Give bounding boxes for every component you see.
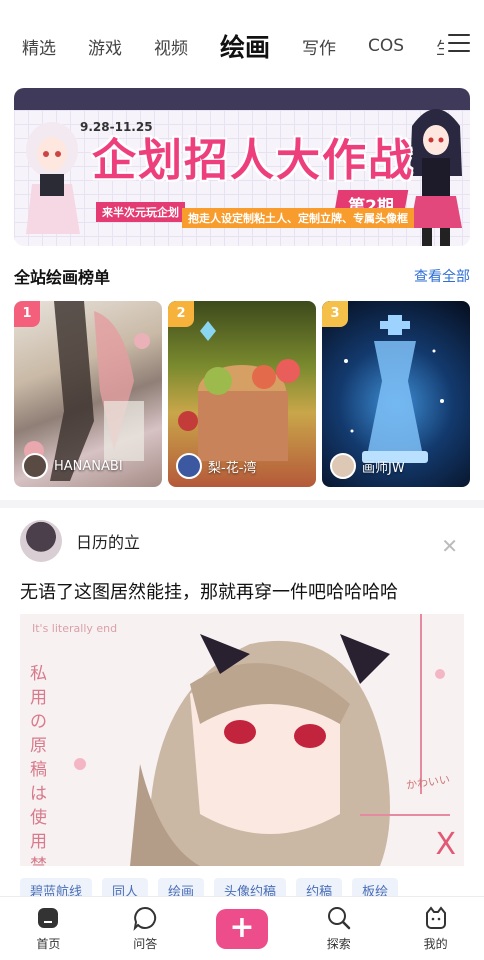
image-caption: It's literally end [32,622,118,635]
author-name: HANANABI [54,458,123,474]
event-banner[interactable]: 9.28-11.25 第2期 企划招人大作战 来半次元玩企划 抱走人设定制粘土人… [14,88,470,246]
banner-subtitle-right: 抱走人设定制粘土人、定制立牌、专属头像框 [182,208,414,228]
rank-badge: 3 [322,301,348,327]
card-author[interactable]: 梨-花-湾 [176,453,256,479]
rank-badge: 1 [14,301,40,327]
nav-explore[interactable]: 探索 [290,897,387,960]
nav-me[interactable]: 我的 [387,897,484,960]
profile-icon [425,906,446,929]
category-tabs: 精选 游戏 视频 绘画 写作 COS 生 [0,26,444,66]
nav-home[interactable]: 首页 [0,897,97,960]
nav-home-label: 首页 [36,937,61,951]
tab-video[interactable]: 视频 [154,34,188,59]
author-avatar [330,453,356,479]
ranking-card-2[interactable]: 2 梨-花-湾 [168,301,316,487]
tab-cos[interactable]: COS [368,36,404,56]
card-author[interactable]: HANANABI [22,453,123,479]
post-text[interactable]: 无语了这图居然能挂，那就再穿一件吧哈哈哈哈 [20,578,464,604]
nav-explore-label: 探索 [326,937,351,951]
ranking-title: 全站绘画榜单 [14,268,111,287]
tab-games[interactable]: 游戏 [88,34,122,59]
post-author[interactable]: 日历的立 [20,520,140,562]
author-name: 画师JW [362,460,405,476]
nav-create[interactable]: + [194,897,291,960]
image-x-mark: X [435,827,456,862]
ranking-header: 全站绘画榜单 查看全部 [14,264,470,287]
rank-badge: 2 [168,301,194,327]
banner-subtitle-left: 来半次元玩企划 [96,202,185,222]
tab-featured[interactable]: 精选 [22,34,56,59]
nav-qa-label: 问答 [133,937,158,951]
card-author[interactable]: 画师JW [330,453,405,479]
image-watermark: 私用の原稿は使用禁止で [30,664,47,866]
view-all-link[interactable]: 查看全部 [414,266,470,286]
ranking-card-3[interactable]: 3 画师JW [322,301,470,487]
ranking-list: 1 HANANABI 2 梨-花-湾 3 画师JW [14,301,470,487]
tab-life[interactable]: 生 [436,34,444,59]
artwork-image [74,614,450,866]
post-avatar[interactable] [20,520,62,562]
author-avatar [176,453,202,479]
menu-icon[interactable] [448,34,470,54]
search-icon [327,907,351,930]
nav-me-label: 我的 [423,937,448,951]
author-avatar [22,453,48,479]
post-image[interactable]: It's literally end 私用の原稿は使用禁止で かわいい X [20,614,464,866]
plus-icon[interactable]: + [215,908,268,949]
post-username[interactable]: 日历的立 [76,529,140,553]
banner-character-left [26,122,80,234]
section-divider [0,500,484,508]
bottom-navigation: 首页 问答 + 探索 我的 [0,896,484,960]
author-name: 梨-花-湾 [208,460,257,476]
tab-painting[interactable]: 绘画 [220,28,270,64]
top-navigation: 精选 游戏 视频 绘画 写作 COS 生 [0,0,484,82]
tab-writing[interactable]: 写作 [302,34,336,59]
chat-icon [133,906,157,931]
home-icon [38,908,59,928]
ranking-card-1[interactable]: 1 HANANABI [14,301,162,487]
close-icon[interactable]: ✕ [441,534,458,558]
banner-title: 企划招人大作战 [92,135,414,186]
nav-qa[interactable]: 问答 [97,897,194,960]
